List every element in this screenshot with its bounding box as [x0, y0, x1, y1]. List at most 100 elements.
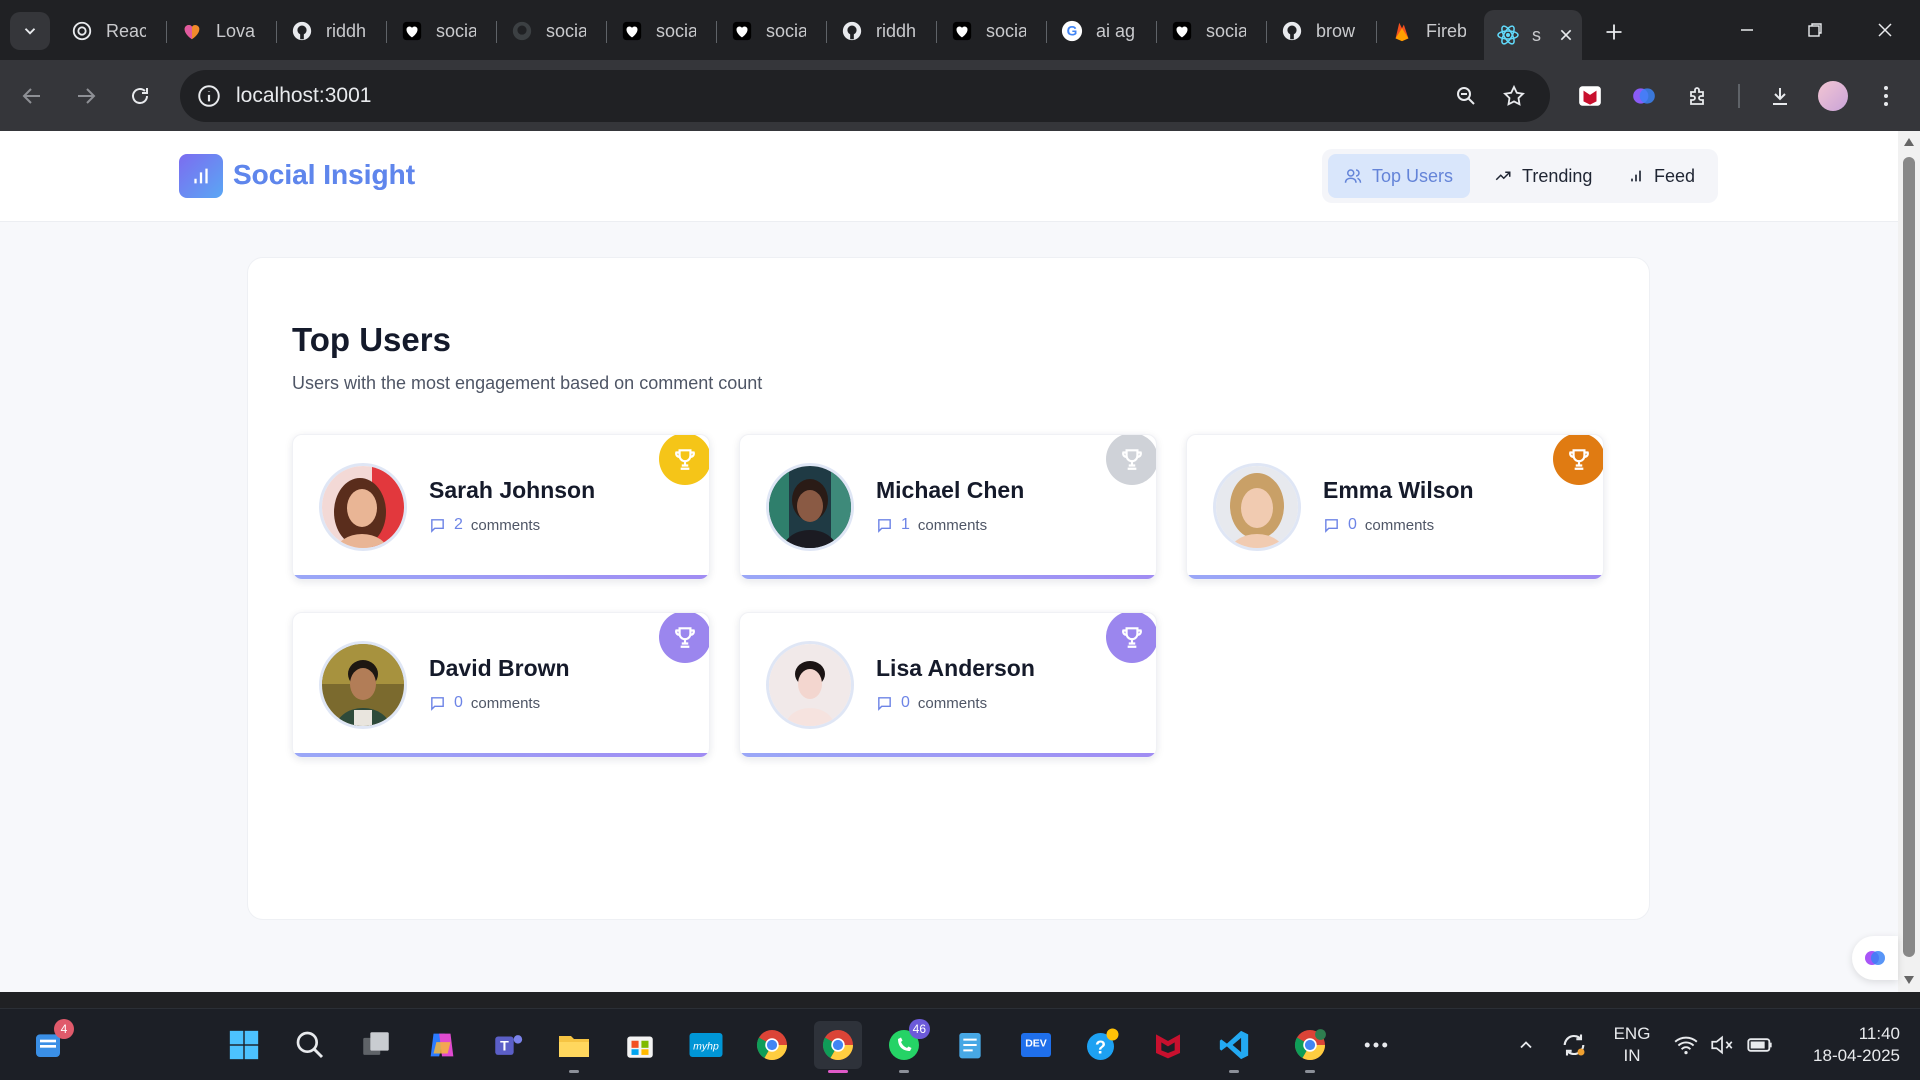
chrome-profile-button[interactable] [1286, 1021, 1334, 1073]
comment-count: 0 comments [876, 694, 987, 712]
info-icon[interactable] [196, 83, 222, 109]
widgets-button[interactable]: 4 [24, 1019, 74, 1069]
language-indicator[interactable]: ENG IN [1604, 1023, 1660, 1067]
rank-badge [659, 613, 709, 663]
browser-tab[interactable]: Fireb [1378, 12, 1486, 50]
search-button[interactable] [286, 1021, 334, 1069]
tab-search-button[interactable] [10, 12, 50, 50]
clock[interactable]: 11:40 18-04-2025 [1790, 1023, 1900, 1067]
app-header: Social Insight Top Users Trending Feed [0, 131, 1898, 222]
copilot-icon [430, 1033, 454, 1057]
start-button[interactable] [220, 1021, 268, 1069]
browser-tab[interactable]: G ai ag [1048, 12, 1156, 50]
logo[interactable] [179, 154, 223, 198]
floating-assistant-button[interactable] [1852, 936, 1898, 980]
user-name: David Brown [429, 655, 570, 681]
user-card[interactable]: Lisa Anderson 0 comments [739, 612, 1157, 758]
close-window-button[interactable] [1862, 12, 1908, 48]
sync-icon [1563, 1034, 1585, 1056]
battery-icon [1747, 1038, 1772, 1052]
scroll-down-icon[interactable] [1903, 975, 1915, 985]
profile-avatar[interactable] [1818, 81, 1848, 111]
dev-home-button[interactable]: DEV [1012, 1021, 1060, 1069]
tab-divider [386, 21, 387, 43]
new-tab-button[interactable] [1596, 14, 1632, 50]
back-button[interactable] [16, 80, 48, 112]
sync-button[interactable] [1552, 1021, 1596, 1069]
user-card[interactable]: Emma Wilson 0 comments [1186, 434, 1604, 580]
scroll-up-icon[interactable] [1903, 137, 1915, 147]
running-indicator [1305, 1070, 1315, 1073]
github-icon [1280, 19, 1304, 43]
region-text: IN [1623, 1046, 1641, 1065]
whatsapp-button[interactable]: 46 [880, 1019, 930, 1073]
teams-button[interactable]: T [484, 1021, 532, 1069]
store-button[interactable] [616, 1021, 664, 1069]
myhp-button[interactable]: myhp [682, 1021, 730, 1069]
notepad-button[interactable] [946, 1021, 994, 1069]
downloads-icon[interactable] [1764, 80, 1796, 112]
mcafee-button[interactable] [1144, 1021, 1192, 1069]
restore-button[interactable] [1792, 12, 1838, 48]
browser-tab[interactable]: socia [718, 12, 826, 50]
avatar [766, 641, 854, 729]
file-explorer-button[interactable] [550, 1021, 598, 1073]
forward-button[interactable] [70, 80, 102, 112]
close-icon [1878, 23, 1892, 37]
scrollbar-thumb[interactable] [1903, 157, 1915, 957]
comment-number: 2 [454, 516, 463, 533]
user-card[interactable]: Michael Chen 1 comments [739, 434, 1157, 580]
windows-icon [229, 1030, 259, 1060]
extensions-puzzle-icon[interactable] [1682, 80, 1714, 112]
vscode-button[interactable] [1210, 1021, 1258, 1073]
brand-name[interactable]: Social Insight [233, 159, 415, 191]
help-button[interactable]: ? [1078, 1021, 1126, 1069]
browser-tab[interactable]: socia [498, 12, 606, 50]
browser-tab[interactable]: socia [938, 12, 1046, 50]
nav-trending[interactable]: Trending [1478, 154, 1608, 198]
heart-icon [1170, 19, 1194, 43]
chrome-active-button[interactable] [814, 1021, 862, 1073]
copilot-button[interactable] [418, 1021, 466, 1069]
comment-number: 0 [1348, 516, 1357, 533]
browser-tab[interactable]: socia [1158, 12, 1266, 50]
task-view-button[interactable] [352, 1021, 400, 1069]
browser-tab[interactable]: brow [1268, 12, 1376, 50]
nav-label: Trending [1522, 165, 1593, 186]
browser-menu-button[interactable] [1876, 80, 1896, 112]
browser-tab[interactable]: riddh [278, 12, 386, 50]
tab-title: brow [1316, 20, 1356, 41]
browser-tab-active[interactable]: s [1484, 10, 1582, 60]
nav-feed[interactable]: Feed [1612, 154, 1711, 198]
brain-extension-icon[interactable] [1628, 80, 1660, 112]
nav-top-users[interactable]: Top Users [1328, 154, 1470, 198]
close-icon[interactable] [1558, 27, 1574, 43]
address-bar[interactable]: localhost:3001 [180, 70, 1550, 122]
chrome-button[interactable] [748, 1021, 796, 1069]
bookmark-star-icon[interactable] [1500, 82, 1528, 110]
browser-tab[interactable]: socia [608, 12, 716, 50]
url-text[interactable]: localhost:3001 [236, 84, 371, 108]
reload-button[interactable] [124, 80, 156, 112]
minimize-button[interactable] [1724, 12, 1770, 48]
wifi-icon [1674, 1036, 1698, 1055]
tab-divider [1376, 21, 1377, 43]
browser-tab[interactable]: Lova [168, 12, 276, 50]
page-scrollbar[interactable] [1898, 131, 1920, 992]
browser-tab[interactable]: riddh [828, 12, 936, 50]
github-icon [510, 19, 534, 43]
more-apps-button[interactable] [1352, 1021, 1400, 1069]
tray-overflow-button[interactable] [1502, 1021, 1550, 1069]
browser-tab[interactable]: socia [388, 12, 496, 50]
comment-icon [878, 696, 891, 711]
user-card[interactable]: David Brown 0 comments [292, 612, 710, 758]
card-accent-bar [293, 575, 709, 579]
trophy-icon [1122, 627, 1142, 648]
github-icon [290, 19, 314, 43]
zoom-icon[interactable] [1452, 82, 1480, 110]
mcafee-extension-icon[interactable] [1574, 80, 1606, 112]
battery-button[interactable] [1738, 1021, 1782, 1069]
user-card[interactable]: Sarah Johnson 2 comments [292, 434, 710, 580]
volume-button[interactable] [1702, 1021, 1742, 1069]
browser-tab[interactable]: Reac [58, 12, 166, 50]
